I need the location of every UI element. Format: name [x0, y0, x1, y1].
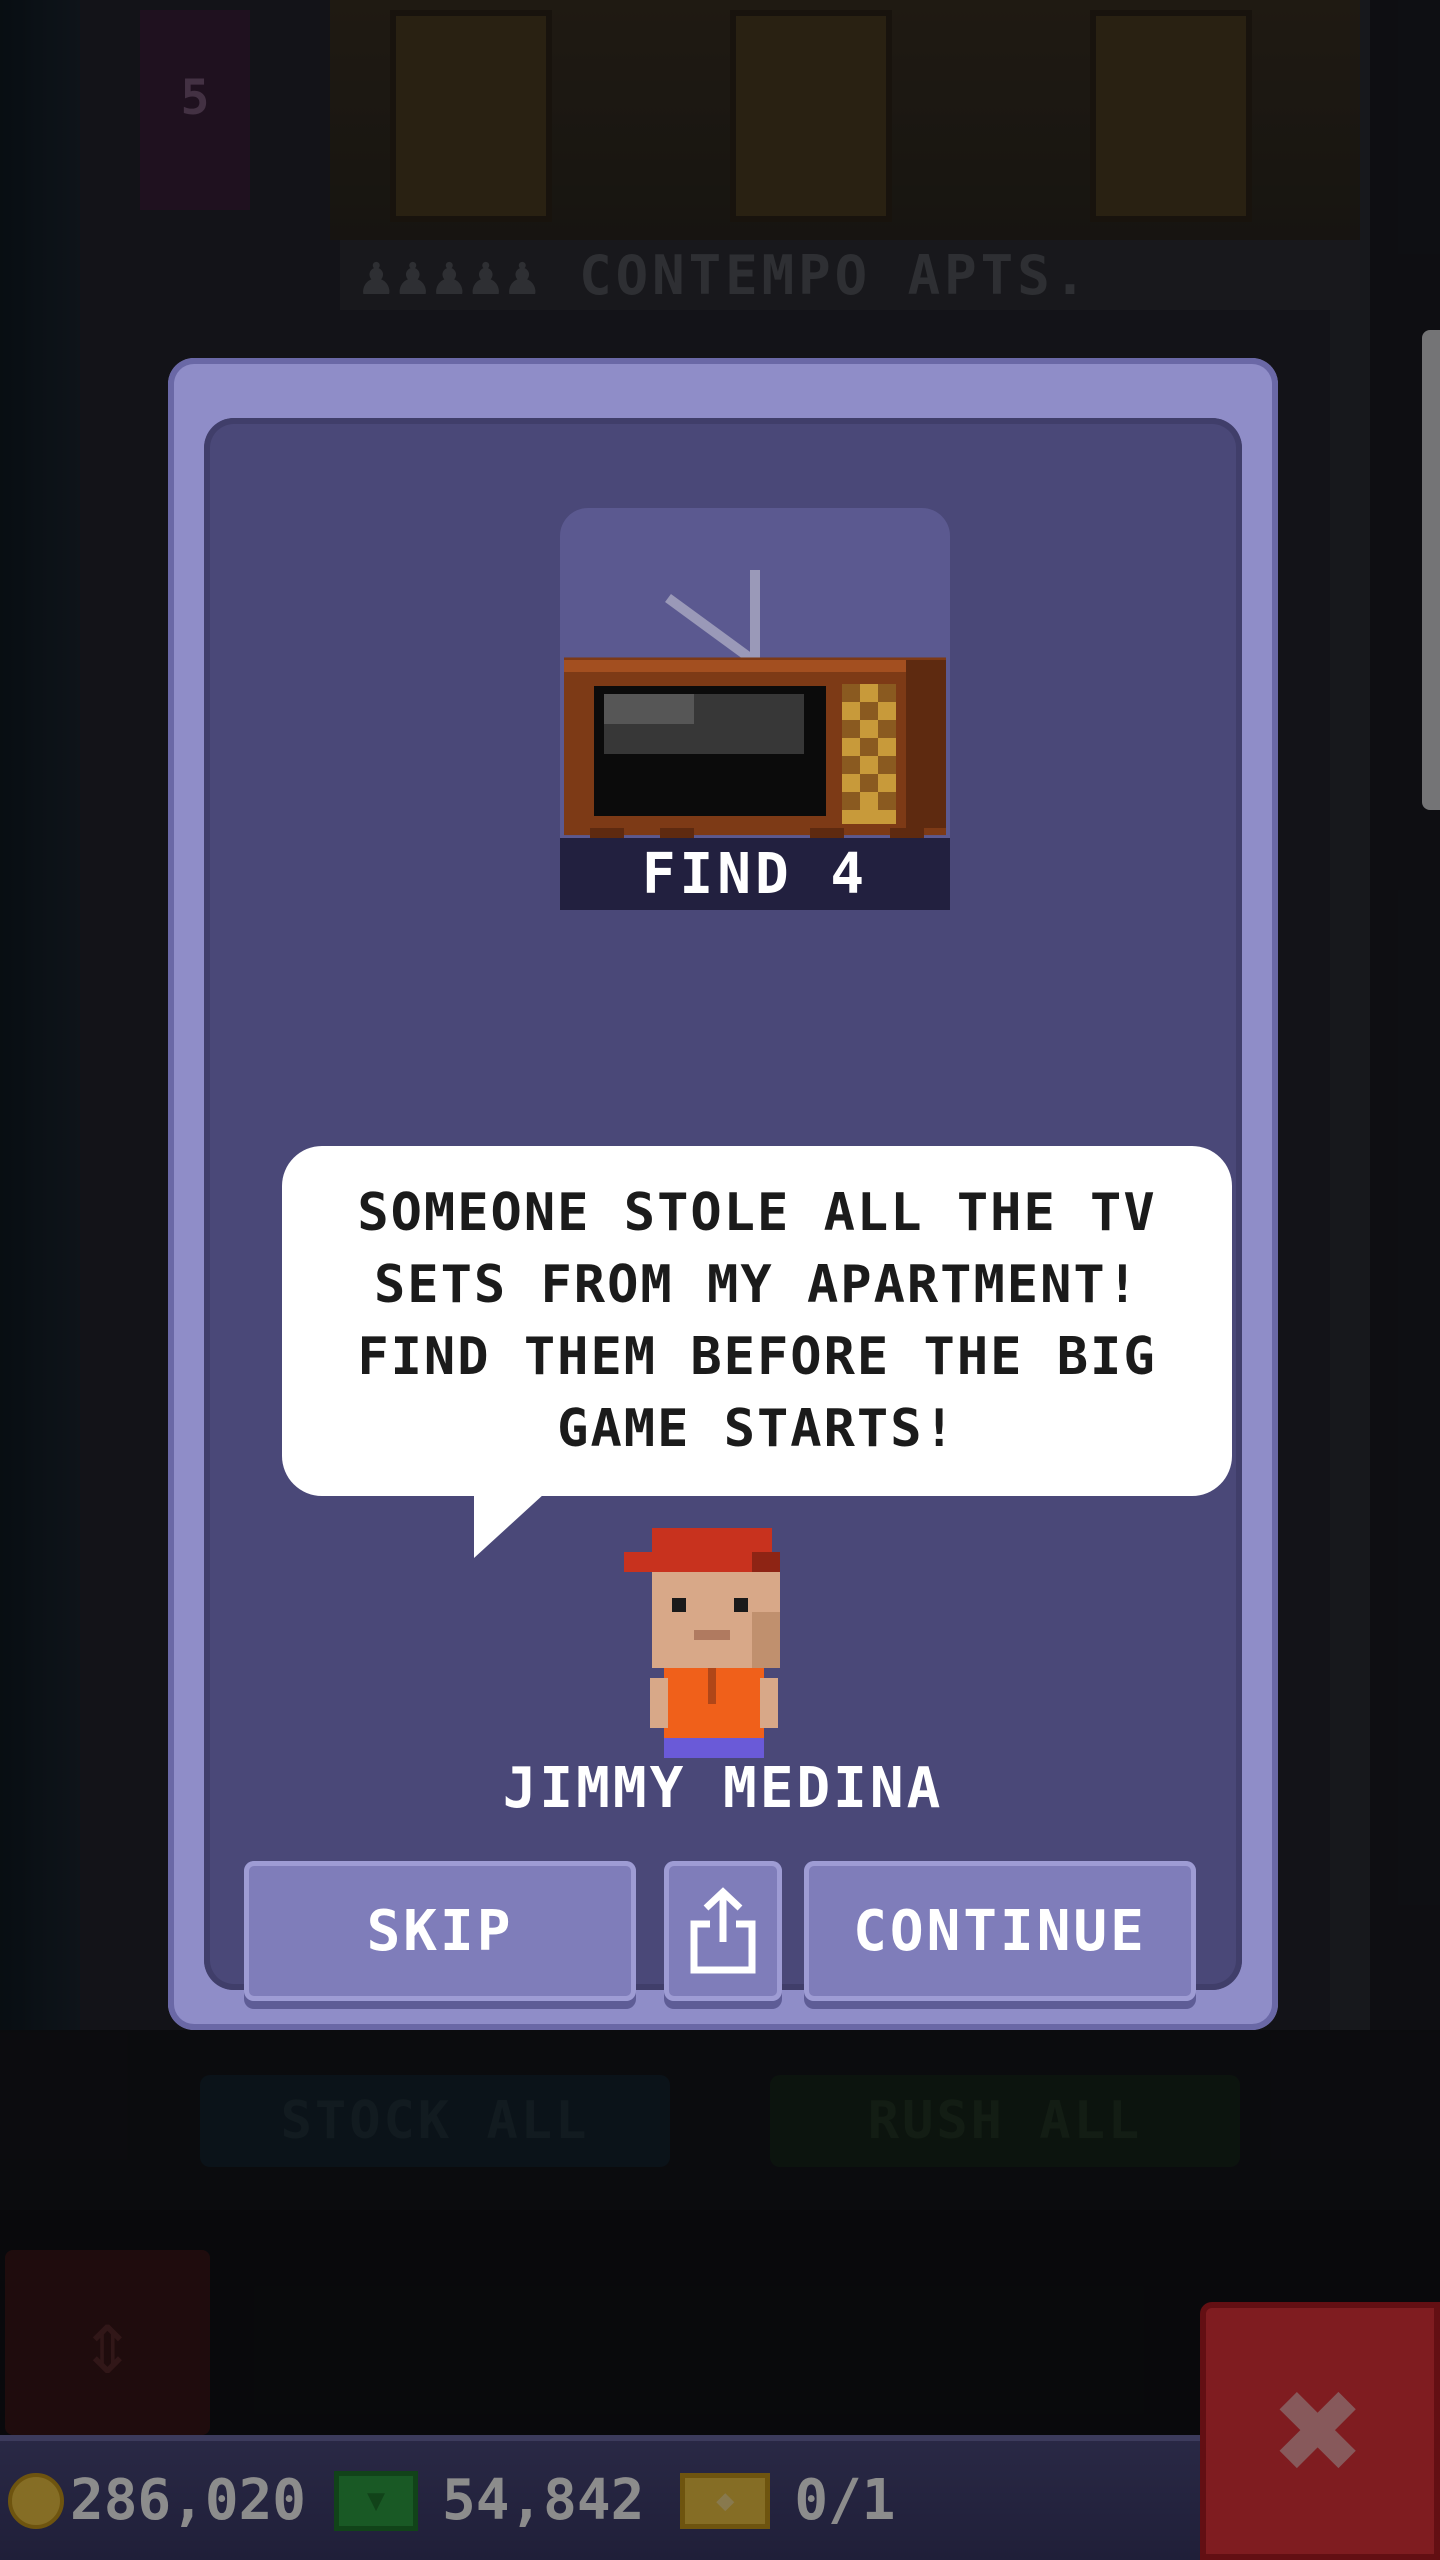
- tv-icon: [564, 570, 946, 838]
- mission-dialogue: SOMEONE STOLE ALL THE TV SETS FROM MY AP…: [357, 1183, 1157, 1459]
- mission-item-card: FIND 4: [560, 508, 950, 910]
- speech-bubble-tail: [474, 1494, 544, 1558]
- speech-bubble: SOMEONE STOLE ALL THE TV SETS FROM MY AP…: [282, 1146, 1232, 1496]
- share-icon: [690, 1887, 756, 1974]
- skip-button[interactable]: SKIP: [244, 1861, 636, 2001]
- mission-dialog-body: FIND 4 SOMEONE STOLE ALL THE TV SETS FRO…: [204, 418, 1242, 2001]
- share-button[interactable]: [664, 1861, 782, 2001]
- character-avatar: [624, 1528, 780, 1758]
- mission-dialog: FIND 4 SOMEONE STOLE ALL THE TV SETS FRO…: [168, 358, 1278, 2030]
- character-name: JIMMY MEDINA: [502, 1756, 944, 1821]
- continue-button[interactable]: CONTINUE: [804, 1861, 1196, 2001]
- mission-title: FIND 4: [560, 838, 950, 910]
